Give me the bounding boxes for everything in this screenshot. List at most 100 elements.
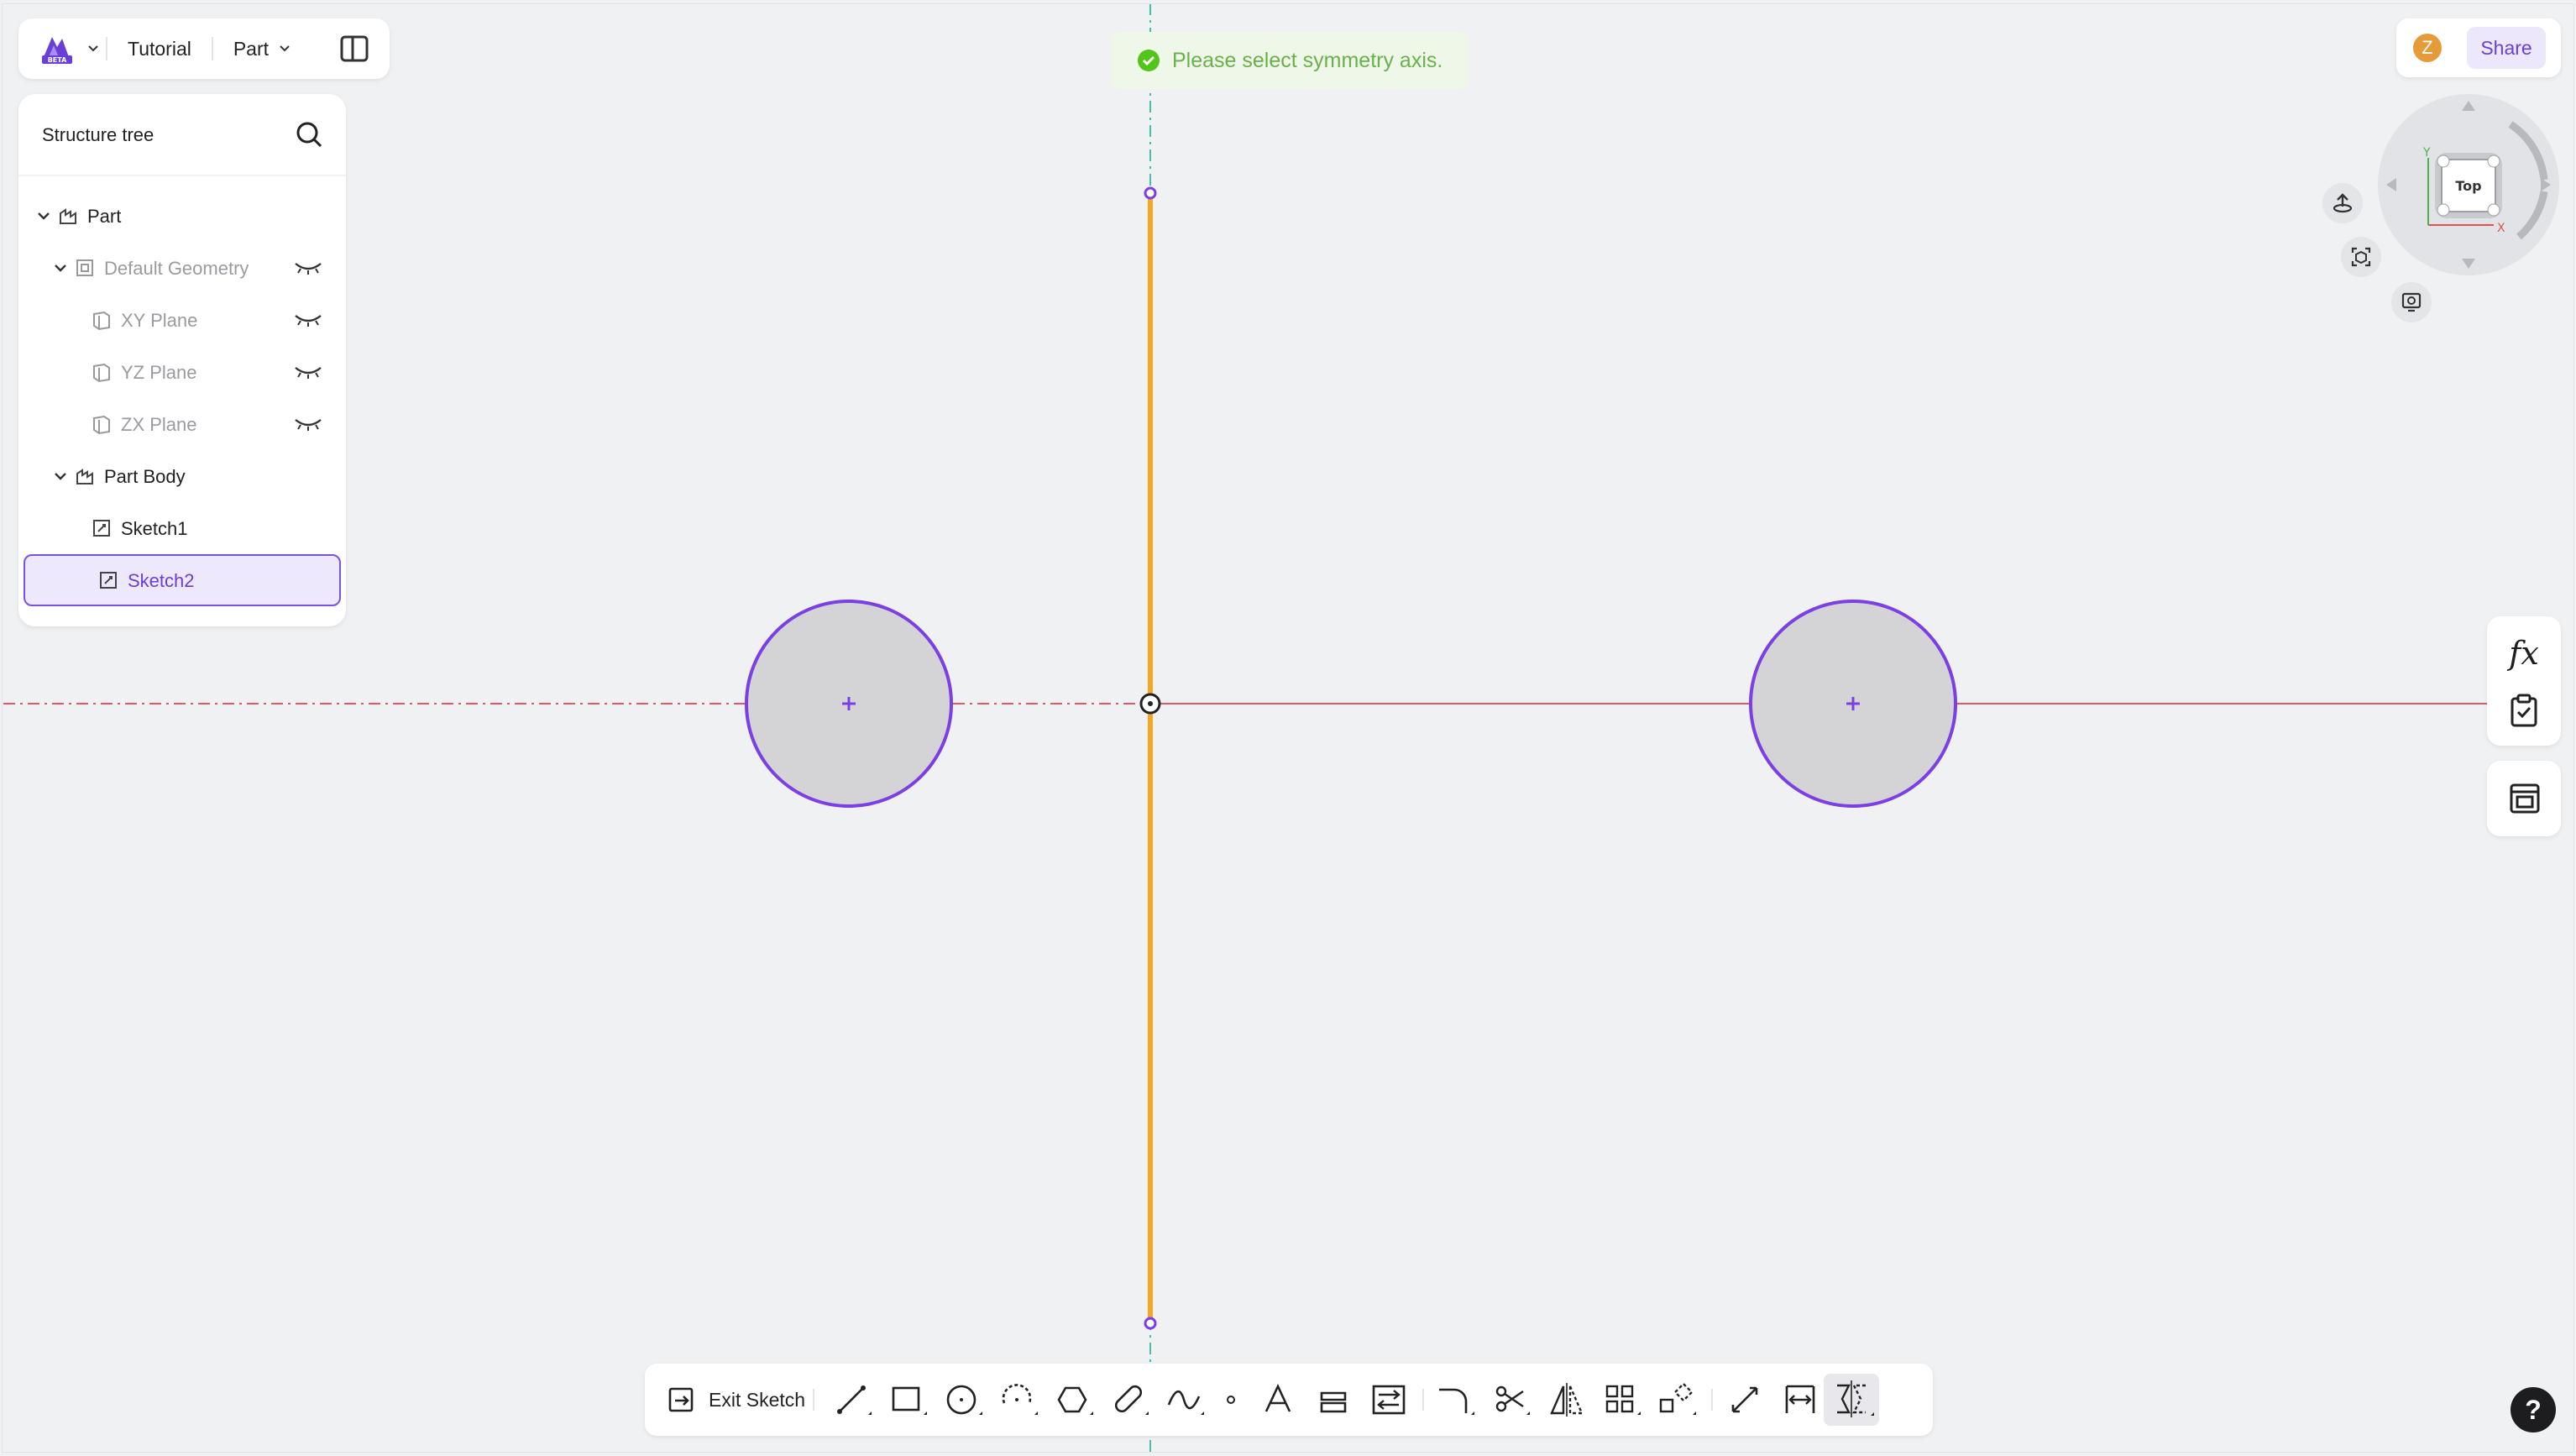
eye-hidden-icon[interactable] xyxy=(294,312,322,327)
app-logo-icon: BETA xyxy=(42,37,72,64)
chevron-down-icon xyxy=(280,45,290,52)
sketch-icon xyxy=(93,520,110,537)
mode-label: Part xyxy=(233,37,270,60)
exit-sketch-icon xyxy=(668,1387,694,1412)
dimension-tool-icon[interactable] xyxy=(1723,1378,1767,1422)
transform-tool-icon[interactable] xyxy=(1656,1378,1699,1422)
view-cube[interactable]: X Y Top xyxy=(2368,92,2561,285)
plane-icon xyxy=(93,311,110,331)
symmetry-constraint-icon xyxy=(1837,1380,1874,1417)
convert-tool-icon[interactable] xyxy=(1367,1378,1411,1422)
part-body-icon xyxy=(76,469,93,484)
project-tool-icon[interactable] xyxy=(1312,1378,1355,1422)
exit-sketch-label: Exit Sketch xyxy=(709,1388,806,1411)
chevron-down-icon[interactable] xyxy=(35,207,52,224)
structure-tree-panel: Structure tree Part Default Geometry XY … xyxy=(18,94,346,626)
right-tool-panel: fx xyxy=(2487,616,2561,746)
fit-view-button[interactable] xyxy=(2341,237,2381,277)
circle-right[interactable] xyxy=(1749,600,1957,808)
view-cube-face-label: Top xyxy=(2455,178,2481,194)
distance-constraint-icon[interactable] xyxy=(1778,1378,1822,1422)
sketch-icon xyxy=(100,572,117,589)
line-endpoint-top[interactable] xyxy=(1144,186,1157,200)
display-mode-button[interactable] xyxy=(2391,282,2432,322)
tree-item-label: Sketch1 xyxy=(121,518,188,539)
rectangle-tool-icon[interactable] xyxy=(887,1378,930,1422)
clipboard-check-icon[interactable] xyxy=(2509,694,2539,727)
eye-hidden-icon[interactable] xyxy=(294,416,322,432)
mirror-tool-icon[interactable] xyxy=(1545,1378,1589,1422)
check-circle-icon xyxy=(1138,50,1160,71)
status-toast: Please select symmetry axis. xyxy=(1112,32,1468,89)
origin-point[interactable] xyxy=(1139,693,1161,715)
project-name-label: Tutorial xyxy=(128,37,191,60)
home-view-icon xyxy=(2333,193,2353,213)
eye-hidden-icon[interactable] xyxy=(294,364,322,380)
fillet-tool-icon[interactable] xyxy=(1434,1378,1478,1422)
tree-item-label: YZ Plane xyxy=(121,362,197,383)
panel-toggle-button[interactable] xyxy=(334,29,374,69)
tree-item-label: XY Plane xyxy=(121,310,198,331)
tree-item-part-body[interactable]: Part Body xyxy=(24,452,341,500)
share-button[interactable]: Share xyxy=(2467,27,2546,69)
spline-tool-icon[interactable] xyxy=(1164,1378,1207,1422)
plane-icon xyxy=(93,363,110,383)
separator xyxy=(813,1389,814,1411)
app-menu-button[interactable]: BETA xyxy=(39,29,106,69)
circle-left[interactable] xyxy=(745,600,953,808)
help-button[interactable]: ? xyxy=(2511,1387,2556,1432)
tree-item-default-geometry[interactable]: Default Geometry xyxy=(24,244,341,292)
point-tool-icon[interactable] xyxy=(1209,1378,1253,1422)
part-icon xyxy=(60,208,76,224)
text-tool-icon[interactable] xyxy=(1256,1378,1300,1422)
chevron-down-icon xyxy=(88,45,98,52)
slot-tool-icon[interactable] xyxy=(1108,1378,1152,1422)
home-view-button[interactable] xyxy=(2322,183,2363,223)
tree-item-label: Default Geometry xyxy=(104,258,249,279)
axis-x-label: X xyxy=(2497,222,2505,235)
logo-badge: BETA xyxy=(48,56,67,64)
trim-tool-icon[interactable] xyxy=(1490,1378,1533,1422)
pattern-tool-icon[interactable] xyxy=(1600,1378,1644,1422)
project-name[interactable]: Tutorial xyxy=(107,29,212,69)
chevron-down-icon[interactable] xyxy=(52,259,69,276)
tree-item-yz-plane[interactable]: YZ Plane xyxy=(24,348,341,396)
polygon-tool-icon[interactable] xyxy=(1053,1378,1097,1422)
avatar[interactable]: Z xyxy=(2413,34,2442,62)
tree-item-label: ZX Plane xyxy=(121,414,197,435)
mode-dropdown[interactable]: Part xyxy=(213,29,312,69)
display-mode-icon xyxy=(2401,292,2422,312)
fit-view-icon xyxy=(2351,247,2371,267)
tree-item-sketch2[interactable]: Sketch2 xyxy=(24,554,341,606)
chevron-down-icon[interactable] xyxy=(52,468,69,484)
plane-icon xyxy=(93,415,110,435)
tree-item-label: Sketch2 xyxy=(128,570,195,591)
circle-tool-icon[interactable] xyxy=(942,1378,986,1422)
right-tool-panel-secondary xyxy=(2487,761,2561,836)
structure-tree-header: Structure tree xyxy=(18,94,346,176)
separator xyxy=(1711,1389,1713,1411)
tree-item-label: Part Body xyxy=(104,466,186,487)
tree-item-zx-plane[interactable]: ZX Plane xyxy=(24,400,341,448)
search-icon[interactable] xyxy=(294,119,324,149)
formula-button[interactable]: fx xyxy=(2487,635,2561,672)
tree-item-sketch1[interactable]: Sketch1 xyxy=(24,504,341,553)
top-toolbar: BETA Tutorial Part xyxy=(18,18,390,79)
symmetry-constraint-button[interactable] xyxy=(1824,1374,1879,1426)
line-endpoint-bottom[interactable] xyxy=(1144,1317,1157,1330)
eye-hidden-icon[interactable] xyxy=(294,260,322,275)
axis-y-label: Y xyxy=(2422,146,2431,160)
template-library-icon[interactable] xyxy=(2509,783,2541,814)
arc-tool-icon[interactable] xyxy=(997,1378,1041,1422)
toast-message: Please select symmetry axis. xyxy=(1172,48,1443,72)
geometry-icon xyxy=(76,259,93,276)
share-bar: Z Share xyxy=(2396,18,2561,77)
tree-item-part[interactable]: Part xyxy=(24,191,341,240)
sidebar-toggle-icon xyxy=(340,35,369,62)
structure-tree-title: Structure tree xyxy=(42,124,154,145)
exit-sketch-button[interactable]: Exit Sketch xyxy=(667,1377,805,1422)
tree-item-xy-plane[interactable]: XY Plane xyxy=(24,296,341,344)
line-tool-icon[interactable] xyxy=(831,1378,875,1422)
sketch-canvas[interactable] xyxy=(0,0,2576,1456)
tree-item-label: Part xyxy=(87,206,122,227)
